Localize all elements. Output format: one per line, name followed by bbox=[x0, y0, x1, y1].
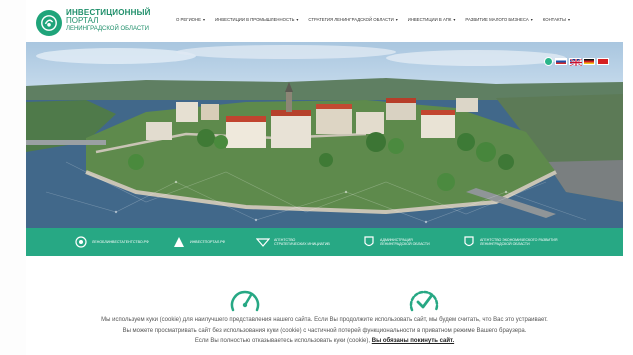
chevron-down-icon: ▾ bbox=[203, 17, 206, 22]
site-header: ИНВЕСТИЦИОННЫЙ ПОРТАЛ ЛЕНИНГРАДСКОЙ ОБЛА… bbox=[26, 0, 623, 42]
cookie-text-line-3a: Если Вы полностью отказываетесь использо… bbox=[194, 338, 371, 344]
page: ИНВЕСТИЦИОННЫЙ ПОРТАЛ ЛЕНИНГРАДСКОЙ ОБЛА… bbox=[26, 0, 623, 355]
chevron-down-icon: ▾ bbox=[296, 17, 299, 22]
logo-text[interactable]: ИНВЕСТИЦИОННЫЙ ПОРТАЛ ЛЕНИНГРАДСКОЙ ОБЛА… bbox=[66, 9, 151, 33]
partner-asi[interactable]: АГЕНТСТВО СТРАТЕГИЧЕСКИХ ИНИЦИАТИВ bbox=[256, 235, 330, 249]
logo-line-2: ПОРТАЛ bbox=[66, 16, 99, 25]
chevron-down-icon: ▾ bbox=[530, 17, 533, 22]
leave-site-link[interactable]: Вы обязаны покинуть сайт. bbox=[372, 338, 454, 344]
arrow-logo-icon bbox=[256, 235, 270, 249]
partner-lenoblinvest[interactable]: ЛЕНОБЛИНВЕСТАГЕНТСТВО.РФ bbox=[74, 235, 149, 249]
emblem-icon bbox=[74, 235, 88, 249]
chevron-down-icon: ▾ bbox=[395, 17, 398, 22]
nav-item-small-business[interactable]: РАЗВИТИЕ МАЛОГО БИЗНЕСА ▾ bbox=[465, 17, 532, 22]
triangle-logo-icon bbox=[172, 235, 186, 249]
cookie-text-line-2: Вы можете просматривать сайт без использ… bbox=[122, 327, 527, 334]
nav-item-contacts[interactable]: КОНТАКТЫ ▾ bbox=[543, 17, 570, 22]
flag-de-icon[interactable] bbox=[583, 58, 595, 65]
cookie-notice: Мы используем куки (cookie) для наилучше… bbox=[26, 315, 623, 347]
nav-item-label: КОНТАКТЫ bbox=[542, 17, 566, 22]
cookie-text-line-3: Если Вы полностью отказываетесь использо… bbox=[26, 336, 623, 347]
partners-banner: ЛЕНОБЛИНВЕСТАГЕНТСТВО.РФ ИНВЕСТПОРТАЛ.РФ… bbox=[26, 228, 623, 256]
speedometer-icon bbox=[230, 290, 260, 312]
logo-icon[interactable] bbox=[36, 10, 62, 36]
nav-item-label: ИНВЕСТИЦИИ В ПРОМЫШЛЕННОСТЬ bbox=[215, 17, 295, 22]
checkmark-gauge-icon bbox=[409, 290, 439, 312]
nav-item-label: ИНВЕСТИЦИИ В АПК bbox=[407, 17, 452, 22]
chevron-down-icon: ▾ bbox=[567, 17, 570, 22]
partner-economic-agency[interactable]: АГЕНТСТВО ЭКОНОМИЧЕСКОГО РАЗВИТИЯ ЛЕНИНГ… bbox=[462, 235, 557, 249]
chevron-down-icon: ▾ bbox=[453, 17, 456, 22]
flag-cn-icon[interactable] bbox=[597, 58, 609, 65]
language-switcher bbox=[544, 57, 609, 66]
main-nav: О РЕГИОНЕ ▾ ИНВЕСТИЦИИ В ПРОМЫШЛЕННОСТЬ … bbox=[176, 17, 570, 22]
partner-investportal[interactable]: ИНВЕСТПОРТАЛ.РФ bbox=[172, 235, 225, 249]
cookie-text-line-1: Мы используем куки (cookie) для наилучше… bbox=[101, 317, 548, 323]
nav-item-label: СТРАТЕГИЯ ЛЕНИНГРАДСКОЙ ОБЛАСТИ bbox=[308, 17, 394, 22]
feature-icons bbox=[26, 286, 623, 316]
left-margin bbox=[0, 0, 26, 355]
coat-of-arms-icon bbox=[462, 235, 476, 249]
flag-ru-icon[interactable] bbox=[555, 58, 567, 65]
hero-image bbox=[26, 42, 623, 228]
nav-item-strategy[interactable]: СТРАТЕГИЯ ЛЕНИНГРАДСКОЙ ОБЛАСТИ ▾ bbox=[308, 17, 397, 22]
nav-item-label: РАЗВИТИЕ МАЛОГО БИЗНЕСА bbox=[465, 17, 529, 22]
partner-label: ИНВЕСТПОРТАЛ.РФ bbox=[190, 239, 226, 244]
coat-of-arms-icon bbox=[362, 235, 376, 249]
partner-label: ЛЕНОБЛИНВЕСТАГЕНТСТВО.РФ bbox=[92, 239, 149, 244]
nav-item-agro[interactable]: ИНВЕСТИЦИИ В АПК ▾ bbox=[408, 17, 456, 22]
nav-item-industry[interactable]: ИНВЕСТИЦИИ В ПРОМЫШЛЕННОСТЬ ▾ bbox=[215, 17, 298, 22]
hero-illustration bbox=[26, 45, 623, 228]
logo-line-3: ЛЕНИНГРАДСКОЙ ОБЛАСТИ bbox=[66, 26, 149, 32]
search-icon[interactable] bbox=[544, 57, 553, 66]
partner-label: АДМИНИСТРАЦИЯ ЛЕНИНГРАДСКОЙ ОБЛАСТИ bbox=[380, 237, 430, 246]
partner-administration[interactable]: АДМИНИСТРАЦИЯ ЛЕНИНГРАДСКОЙ ОБЛАСТИ bbox=[362, 235, 430, 249]
partner-label: АГЕНТСТВО ЭКОНОМИЧЕСКОГО РАЗВИТИЯ ЛЕНИНГ… bbox=[480, 237, 558, 246]
flag-en-icon[interactable] bbox=[569, 58, 582, 66]
partner-label: АГЕНТСТВО СТРАТЕГИЧЕСКИХ ИНИЦИАТИВ bbox=[274, 237, 330, 246]
nav-item-region[interactable]: О РЕГИОНЕ ▾ bbox=[176, 17, 205, 22]
nav-item-label: О РЕГИОНЕ bbox=[176, 17, 201, 22]
